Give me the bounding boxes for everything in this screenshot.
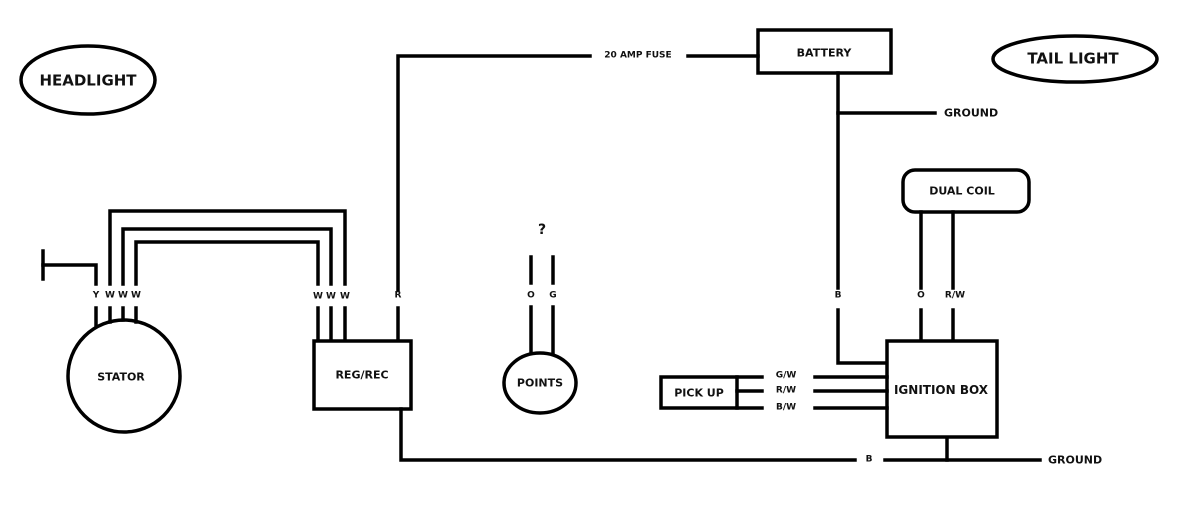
fuse-label: 20 AMP FUSE — [604, 50, 672, 61]
wire-label-regrec-w2: W — [326, 291, 336, 302]
wire-white-3 — [134, 240, 320, 286]
wire-label-regrec-r: R — [394, 290, 402, 301]
frame-ground-label: GROUND — [1048, 453, 1103, 467]
wire-label-coil-rw: R/W — [944, 290, 966, 301]
wire-red-to-fuse — [396, 54, 592, 292]
wire-yellow — [41, 263, 98, 286]
headlight-label: HEADLIGHT — [39, 71, 137, 90]
wire-label-regrec-w3: W — [340, 291, 350, 302]
wire-label-points-g: G — [549, 290, 557, 301]
wire-label-pickup-gw: G/W — [775, 370, 797, 381]
pick-up-label: PICK UP — [674, 386, 724, 400]
points-label: POINTS — [516, 376, 564, 390]
wiring-diagram-canvas — [19, 28, 1159, 462]
wire-label-stator-w1: W — [105, 290, 115, 301]
points-unknown-label: ? — [537, 222, 547, 238]
wire-white-2 — [121, 227, 333, 286]
wire-label-stator-w3: W — [131, 290, 141, 301]
wire-label-stator-y: Y — [92, 290, 100, 301]
battery-ground-label: GROUND — [944, 106, 999, 120]
wire-label-regrec-w1: W — [313, 291, 323, 302]
wire-label-pickup-rw: R/W — [775, 385, 797, 396]
tail-light-label: TAIL LIGHT — [1027, 49, 1119, 68]
battery-label: BATTERY — [796, 46, 852, 60]
wire-label-ground-bus-b: B — [865, 454, 873, 465]
wire-label-coil-o: O — [917, 290, 925, 301]
wire-label-battery-b: B — [834, 290, 842, 301]
reg-rec-label: REG/REC — [335, 368, 389, 382]
dual-coil-label: DUAL COIL — [929, 184, 995, 198]
stator-label: STATOR — [97, 370, 145, 384]
wire-ground-bus-left — [399, 407, 857, 462]
wire-black-to-ignition — [836, 308, 889, 365]
wire-label-stator-w2: W — [118, 290, 128, 301]
wire-label-points-o: O — [527, 290, 535, 301]
wire-white-1 — [108, 209, 347, 286]
wire-label-pickup-bw: B/W — [775, 402, 797, 413]
ignition-box-label: IGNITION BOX — [893, 383, 989, 397]
